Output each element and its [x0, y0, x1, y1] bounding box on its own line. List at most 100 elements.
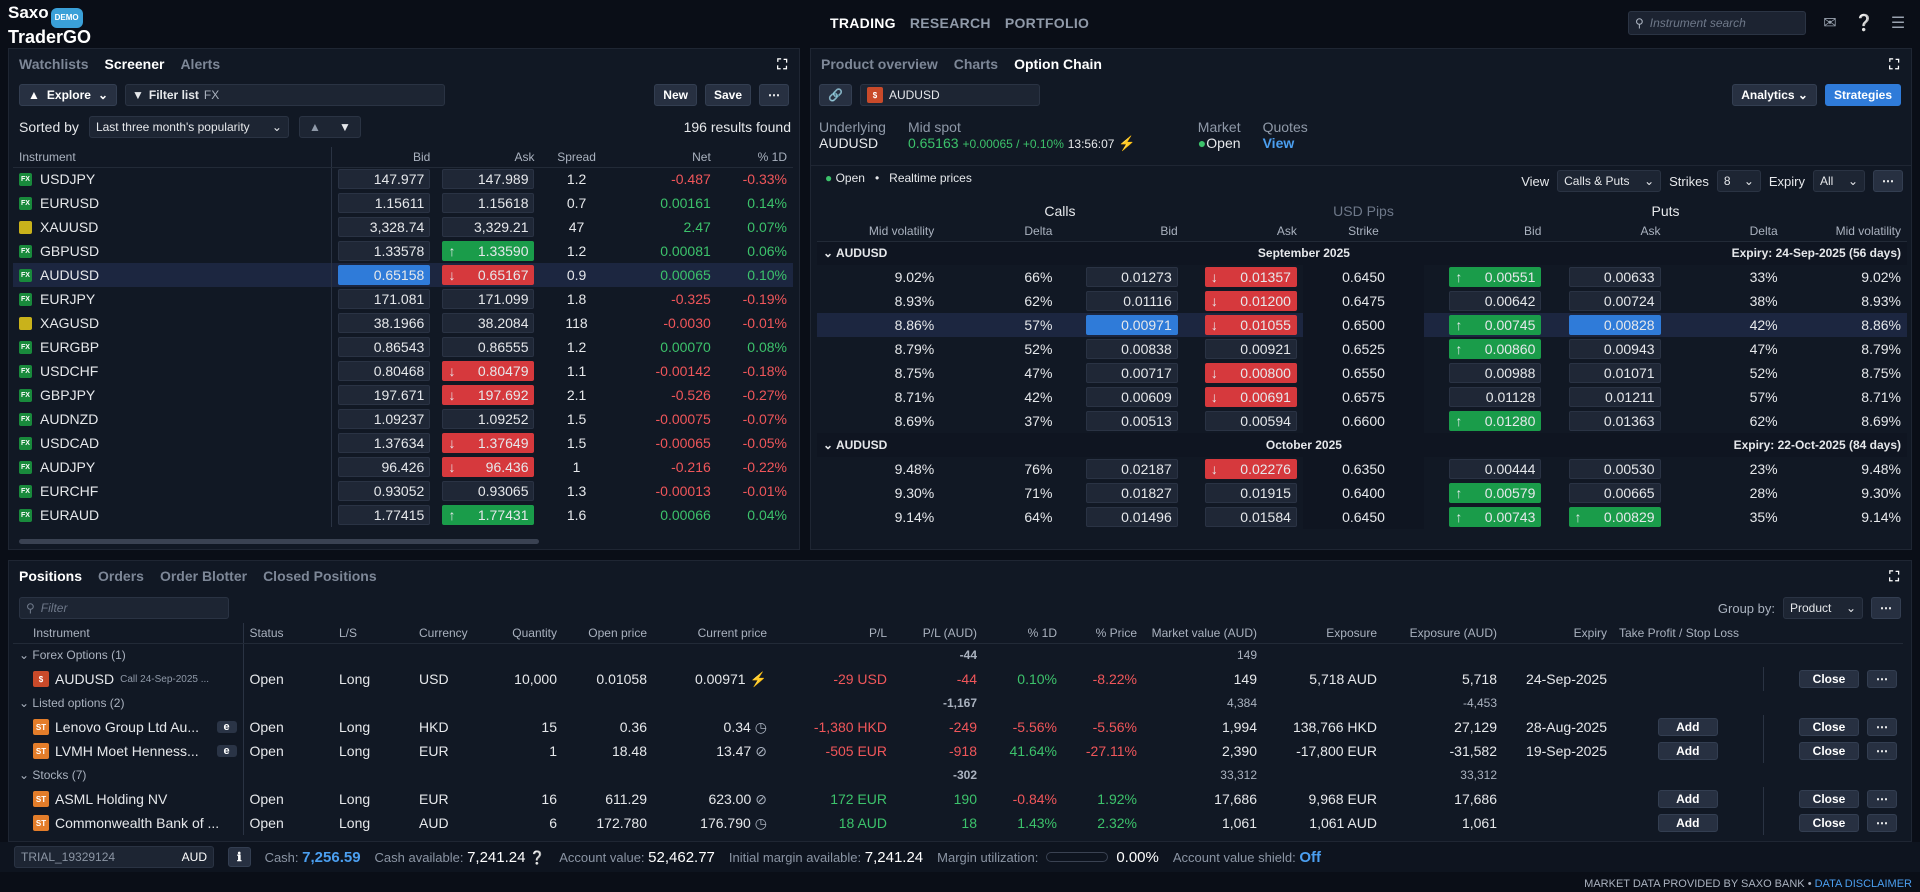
info-icon[interactable]: ℹ	[228, 847, 251, 867]
put-ask[interactable]: ↑ 0.00829	[1568, 507, 1661, 527]
instrument-search[interactable]: ⚲ Instrument search	[1628, 11, 1806, 35]
exchange-icon[interactable]: e	[216, 721, 237, 733]
table-row[interactable]: FX GBPJPY 197.671 ↓ 197.692 2.1 -0.526 -0.27%	[13, 383, 793, 407]
bid-price[interactable]: 96.426	[338, 457, 431, 477]
position-row[interactable]: $ AUDUSD Call 24-Sep-2025 ... Open Long USD 10…	[13, 667, 1903, 691]
call-bid[interactable]: 0.00838	[1085, 339, 1178, 359]
mail-icon[interactable]: ✉	[1820, 13, 1840, 33]
col-exposure[interactable]: Exposure	[1263, 623, 1383, 644]
expand-icon[interactable]: ⛶	[1889, 56, 1899, 73]
explore-button[interactable]: ▲ Explore ⌄	[19, 84, 117, 106]
put-ask[interactable]: 0.00828	[1568, 315, 1661, 335]
add-tp-sl-button[interactable]: Add	[1657, 718, 1718, 736]
save-button[interactable]: Save	[704, 84, 751, 106]
logo[interactable]: Saxo DEMO TraderGO	[8, 4, 91, 47]
put-ask[interactable]: 0.00943	[1568, 339, 1661, 359]
call-ask[interactable]: ↓ 0.00800	[1204, 363, 1297, 383]
ask-price[interactable]: 171.099	[442, 289, 535, 309]
col-quantity[interactable]: Quantity	[493, 623, 563, 644]
col-pl-aud[interactable]: P/L (AUD)	[893, 623, 983, 644]
put-ask[interactable]: 0.01363	[1568, 411, 1661, 431]
tab-alerts[interactable]: Alerts	[180, 56, 220, 72]
groupby-select[interactable]: Product ⌄	[1783, 597, 1863, 619]
chevron-down-icon[interactable]: ⌄	[19, 768, 32, 782]
col-status[interactable]: Status	[243, 623, 333, 644]
option-row[interactable]: 9.02% 66% 0.01273 ↓ 0.01357 0.6450 ↑ 0.00551 0.0…	[817, 265, 1907, 289]
ask-price[interactable]: 38.2084	[442, 313, 535, 333]
sort-direction[interactable]: ▲ ▼	[298, 116, 361, 138]
position-row[interactable]: ST LVMH Moet Henness... e Open Long EUR 1 18.48…	[13, 739, 1903, 763]
expand-icon[interactable]: ⛶	[777, 56, 787, 73]
bid-price[interactable]: 0.80468	[338, 361, 431, 381]
bid-price[interactable]: 1.77415	[338, 505, 431, 525]
help-icon[interactable]: ❔	[1854, 13, 1874, 33]
tab-orders[interactable]: Orders	[98, 568, 144, 584]
exchange-icon[interactable]: e	[216, 745, 237, 757]
sort-asc-icon[interactable]: ▲	[309, 120, 321, 134]
call-bid[interactable]: 0.01273	[1085, 267, 1178, 287]
tab-order-blotter[interactable]: Order Blotter	[160, 568, 247, 584]
col-net[interactable]: Net	[612, 147, 717, 168]
strikes-select[interactable]: 8 ⌄	[1716, 170, 1761, 192]
call-bid[interactable]: 0.01496	[1085, 507, 1178, 527]
col-market-value[interactable]: Market value (AUD)	[1143, 623, 1263, 644]
add-tp-sl-button[interactable]: Add	[1657, 790, 1718, 808]
help-icon[interactable]: ❔	[529, 850, 545, 865]
call-bid[interactable]: 0.01827	[1085, 483, 1178, 503]
table-row[interactable]: XAUUSD 3,328.74 3,329.21 47 2.47 0.07%	[13, 215, 793, 239]
put-bid[interactable]: ↑ 0.01280	[1449, 411, 1542, 431]
filter-list[interactable]: ▼ Filter list FX	[125, 84, 445, 106]
tab-product-overview[interactable]: Product overview	[821, 56, 938, 72]
col-exposure-aud[interactable]: Exposure (AUD)	[1383, 623, 1503, 644]
screener-scrollbar[interactable]	[19, 539, 539, 544]
col-bid[interactable]: Bid	[331, 147, 437, 168]
table-row[interactable]: FX EURJPY 171.081 171.099 1.8 -0.325 -0.19%	[13, 287, 793, 311]
call-ask[interactable]: 0.01915	[1204, 483, 1297, 503]
shield-value[interactable]: Off	[1299, 849, 1321, 866]
col-instrument[interactable]: Instrument	[13, 623, 244, 644]
col-pct-price[interactable]: % Price	[1063, 623, 1143, 644]
col-pct[interactable]: % 1D	[716, 147, 793, 168]
close-position-button[interactable]: Close	[1799, 814, 1859, 832]
strategies-button[interactable]: Strategies	[1824, 84, 1901, 106]
call-ask[interactable]: 0.00594	[1204, 411, 1297, 431]
col-tp-sl[interactable]: Take Profit / Stop Loss	[1613, 623, 1763, 644]
bid-price[interactable]: 1.37634	[338, 433, 431, 453]
put-bid[interactable]: 0.00444	[1449, 459, 1542, 479]
menu-icon[interactable]: ☰	[1888, 13, 1908, 33]
position-row[interactable]: ST Commonwealth Bank of ... Open Long AUD 6 17…	[13, 811, 1903, 835]
close-position-button[interactable]: Close	[1799, 742, 1859, 760]
option-row[interactable]: 8.69% 37% 0.00513 0.00594 0.6600 ↑ 0.01280 0.01…	[817, 409, 1907, 433]
table-row[interactable]: FX AUDNZD 1.09237 1.09252 1.5 -0.00075 -0.07%	[13, 407, 793, 431]
bid-price[interactable]: 0.93052	[338, 481, 431, 501]
nav-portfolio[interactable]: PORTFOLIO	[1005, 15, 1089, 31]
new-button[interactable]: New	[654, 84, 697, 106]
bid-price[interactable]: 38.1966	[338, 313, 431, 333]
col-expiry[interactable]: Expiry	[1503, 623, 1613, 644]
ask-price[interactable]: ↓ 96.436	[442, 457, 535, 477]
call-ask[interactable]: ↓ 0.01200	[1204, 291, 1297, 311]
option-row[interactable]: 8.86% 57% 0.00971 ↓ 0.01055 0.6500 ↑ 0.00745 0.0…	[817, 313, 1907, 337]
table-row[interactable]: FX USDCHF 0.80468 ↓ 0.80479 1.1 -0.00142 -0.18%	[13, 359, 793, 383]
chevron-down-icon[interactable]: ⌄	[823, 438, 836, 452]
bid-price[interactable]: 147.977	[338, 169, 431, 190]
put-bid[interactable]: ↑ 0.00743	[1449, 507, 1542, 527]
call-ask[interactable]: ↓ 0.01055	[1204, 315, 1297, 335]
table-row[interactable]: FX AUDUSD 0.65158 ↓ 0.65167 0.9 0.00065 0.10%	[13, 263, 793, 287]
group-row[interactable]: ⌄ Listed options (2) -1,167 4,384 -4,453	[13, 691, 1903, 715]
option-row[interactable]: 8.79% 52% 0.00838 0.00921 0.6525 ↑ 0.00860 0.00…	[817, 337, 1907, 361]
more-icon[interactable]: ⋯	[1871, 597, 1901, 619]
ask-price[interactable]: ↓ 1.37649	[442, 433, 535, 453]
add-tp-sl-button[interactable]: Add	[1657, 742, 1718, 760]
bid-price[interactable]: 1.15611	[338, 193, 431, 213]
close-position-button[interactable]: Close	[1799, 790, 1859, 808]
call-ask[interactable]: ↓ 0.02276	[1204, 459, 1297, 479]
add-tp-sl-button[interactable]: Add	[1657, 814, 1718, 832]
nav-research[interactable]: RESEARCH	[910, 15, 991, 31]
analytics-button[interactable]: Analytics ⌄	[1732, 84, 1817, 106]
bid-price[interactable]: 1.09237	[338, 409, 431, 429]
put-bid[interactable]: 0.00642	[1449, 291, 1542, 311]
ask-price[interactable]: 0.86555	[442, 337, 535, 357]
expiry-section-header[interactable]: ⌄ AUDUSD October 2025 Expiry: 22-Oct-2025 …	[817, 433, 1907, 457]
sort-desc-icon[interactable]: ▼	[339, 120, 351, 134]
